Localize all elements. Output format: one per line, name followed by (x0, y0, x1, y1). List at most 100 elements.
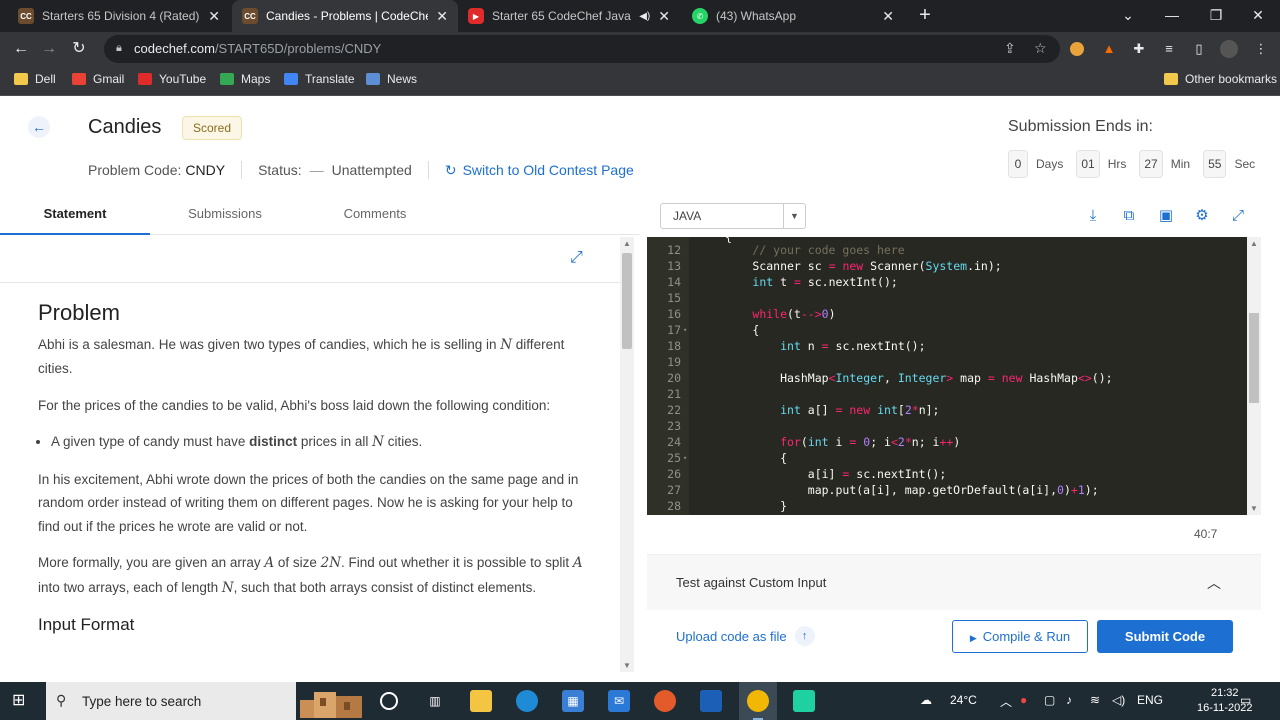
reload-icon[interactable]: ↻ (68, 38, 90, 60)
taskbar-search-box[interactable]: ⚲ Type here to search (46, 682, 296, 720)
extensions-puzzle-icon[interactable]: ✚ (1130, 40, 1148, 58)
store-icon[interactable]: ▦ (562, 690, 584, 712)
fold-arrow-icon[interactable]: ▾ (683, 322, 687, 338)
scroll-down-arrow-icon[interactable]: ▼ (620, 661, 634, 670)
scroll-down-arrow-icon[interactable]: ▼ (1247, 504, 1261, 513)
mail-icon[interactable]: ✉ (608, 690, 630, 712)
scrollbar-thumb[interactable] (622, 253, 632, 349)
close-tab-icon[interactable]: ✕ (208, 8, 220, 25)
share-icon[interactable]: ⇪ (1004, 40, 1016, 57)
new-tab-button[interactable]: + (914, 4, 936, 26)
wifi-icon[interactable]: ≋ (1090, 693, 1100, 707)
code-line: 12 // your code goes here (647, 242, 905, 258)
close-tab-icon[interactable]: ✕ (882, 8, 894, 25)
bookmark-gmail[interactable]: Gmail (72, 72, 124, 86)
statement-scrollbar[interactable]: ▲ ▼ (620, 237, 634, 672)
save-icon[interactable]: ▣ (1155, 205, 1177, 227)
compile-label: Compile & Run (982, 629, 1071, 644)
chrome-icon[interactable] (747, 690, 769, 712)
custom-input-toggle[interactable]: Test against Custom Input ︿ (647, 554, 1261, 610)
bookmark-star-icon[interactable]: ☆ (1034, 40, 1047, 57)
scroll-up-arrow-icon[interactable]: ▲ (620, 239, 634, 248)
browser-tab-starters65[interactable]: CC Starters 65 Division 4 (Rated) Co ✕ (8, 0, 230, 32)
fullscreen-icon[interactable]: ⤢ (1227, 205, 1249, 227)
upload-code-link[interactable]: Upload code as file ↑ (676, 626, 815, 646)
bookmark-news[interactable]: News (366, 72, 417, 86)
browser-tab-whatsapp[interactable]: ✆ (43) WhatsApp ✕ (682, 0, 904, 32)
timer-days-label: Days (1036, 157, 1064, 171)
bookmark-dell[interactable]: Dell (14, 72, 56, 86)
line-number: 27 (667, 483, 681, 497)
scrollbar-thumb[interactable] (1249, 313, 1259, 403)
code-editor[interactable]: { 12 // your code goes here 13 Scanner s… (647, 237, 1247, 515)
bookmark-youtube[interactable]: YouTube (138, 72, 206, 86)
tab-comments[interactable]: Comments (300, 197, 450, 235)
bookmark-label: YouTube (159, 72, 207, 86)
expand-icon[interactable]: ⤢ (570, 249, 583, 267)
code-line: 14 int t = sc.nextInt(); (647, 274, 898, 290)
cortana-icon[interactable] (380, 692, 398, 710)
chevron-up-icon[interactable]: ︿ (1207, 573, 1221, 593)
close-window-button[interactable]: ✕ (1236, 0, 1280, 32)
profile-avatar[interactable] (1220, 40, 1238, 58)
line-number: 23 (667, 419, 681, 433)
switch-old-contest-link[interactable]: ↻ Switch to Old Contest Page (445, 162, 634, 179)
scroll-up-arrow-icon[interactable]: ▲ (1247, 239, 1261, 248)
close-tab-icon[interactable]: ✕ (658, 8, 670, 25)
back-arrow-icon[interactable]: ← (10, 38, 32, 60)
editor-scrollbar[interactable]: ▲ ▼ (1247, 237, 1261, 515)
language-indicator[interactable]: ENG (1137, 693, 1163, 707)
math-var: 2N (320, 555, 342, 571)
browser-tab-youtube[interactable]: ▶ Starter 65 CodeChef Java pro ◀) ✕ (458, 0, 680, 32)
statement-paragraph: In his excitement, Abhi wrote down the p… (38, 471, 579, 534)
brave-extension-icon[interactable]: ▲ (1100, 40, 1118, 58)
browser-tab-candies[interactable]: CC Candies - Problems | CodeChef ✕ (232, 0, 458, 32)
line-number: 16 (667, 307, 681, 321)
submit-code-button[interactable]: Submit Code (1097, 620, 1233, 653)
tab-statement[interactable]: Statement (0, 197, 150, 235)
word-icon[interactable] (700, 690, 722, 712)
tray-chevron-up-icon[interactable]: ︿ (1000, 693, 1012, 710)
weather-temp[interactable]: 24°C (950, 693, 977, 707)
compile-run-button[interactable]: ▶ Compile & Run (952, 620, 1088, 653)
youtube-favicon-icon: ▶ (468, 8, 484, 24)
copy-icon[interactable]: ⧉ (1118, 205, 1140, 227)
app-icon[interactable] (793, 690, 815, 712)
math-var: A (264, 555, 275, 571)
antivirus-icon[interactable]: ● (1020, 693, 1027, 707)
media-control-icon[interactable]: ≡ (1160, 40, 1178, 58)
bookmarks-bar: Dell Gmail YouTube Maps Translate News O… (0, 66, 1280, 96)
close-tab-icon[interactable]: ✕ (436, 8, 448, 25)
tab-submissions[interactable]: Submissions (150, 197, 300, 235)
volume-icon[interactable]: ◁) (1112, 693, 1125, 707)
edge-icon[interactable] (516, 690, 538, 712)
bookmark-translate[interactable]: Translate (284, 72, 355, 86)
forward-arrow-icon[interactable]: → (38, 38, 60, 60)
settings-gear-icon[interactable]: ⚙ (1191, 205, 1213, 227)
language-select[interactable]: JAVA ▼ (660, 203, 806, 229)
codechef-favicon-icon: CC (242, 8, 258, 24)
chrome-menu-icon[interactable]: ⋮ (1252, 40, 1270, 58)
download-icon[interactable]: ⤓ (1082, 205, 1104, 227)
restore-button[interactable]: ❐ (1194, 0, 1238, 32)
fold-arrow-icon[interactable]: ▾ (683, 450, 687, 466)
other-bookmarks[interactable]: Other bookmarks (1164, 72, 1277, 86)
task-view-icon[interactable]: ▥ (424, 690, 446, 712)
file-explorer-icon[interactable] (470, 690, 492, 712)
side-panel-icon[interactable]: ▯ (1190, 40, 1208, 58)
line-number: 17 (667, 323, 681, 337)
device-icon[interactable]: ▢ (1044, 693, 1055, 707)
back-button[interactable]: ← (28, 116, 50, 138)
mute-tab-icon[interactable]: ◀) (639, 11, 650, 22)
minimize-button[interactable]: — (1150, 0, 1194, 32)
address-bar[interactable]: 🔒︎ codechef.com/START65D/problems/CNDY ⇪… (104, 35, 1060, 63)
office-icon[interactable] (654, 690, 676, 712)
windows-start-icon[interactable]: ⊞ (12, 692, 30, 710)
extension-icon[interactable] (1070, 42, 1084, 56)
weather-icon[interactable]: ☁ (920, 693, 932, 707)
microphone-icon[interactable]: ♪ (1066, 693, 1072, 707)
tab-search-chevron-icon[interactable]: ⌄ (1106, 0, 1150, 32)
notification-icon[interactable]: ▭ (1240, 693, 1251, 707)
line-number: 28 (667, 499, 681, 513)
bookmark-maps[interactable]: Maps (220, 72, 270, 86)
